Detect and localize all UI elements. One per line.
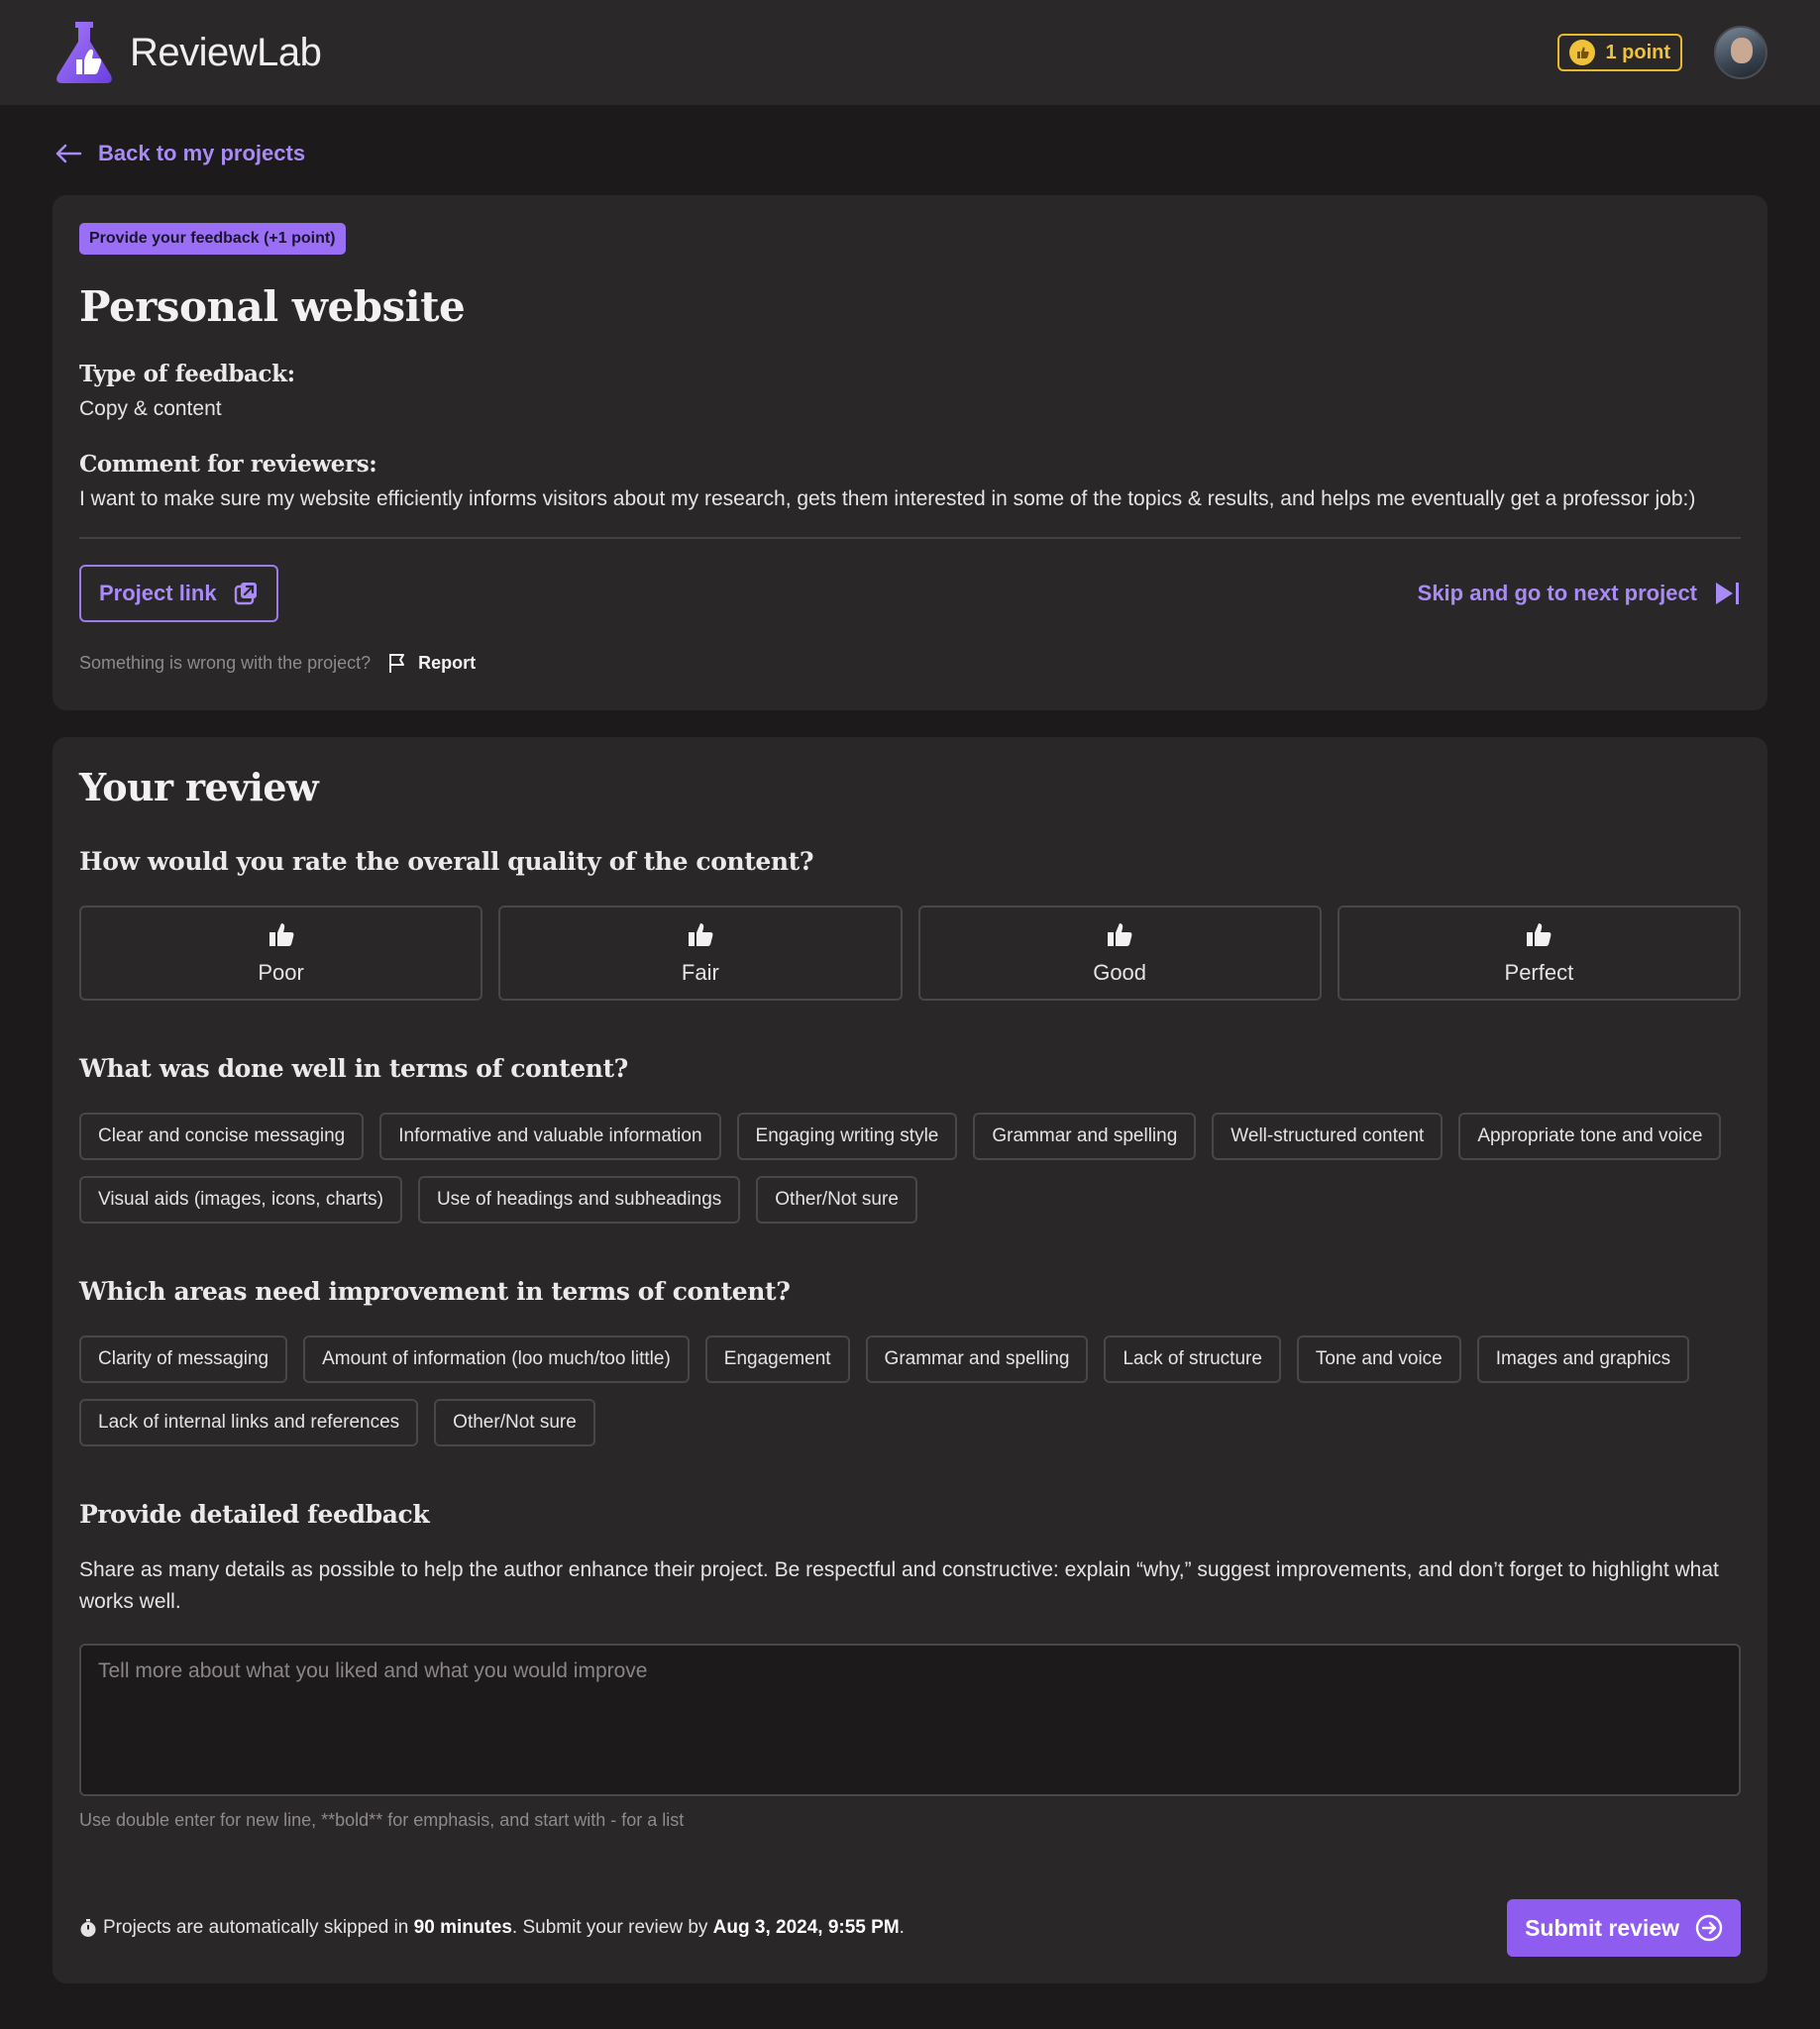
report-prompt: Something is wrong with the project? [79,652,372,673]
deadline-notice: Projects are automatically skipped in 90… [79,1917,905,1939]
skip-next-icon [1716,583,1739,604]
rating-label: Perfect [1504,960,1574,985]
flask-thumbs-up-icon [56,22,112,83]
done-well-chip[interactable]: Grammar and spelling [973,1113,1197,1160]
coin-icon [1569,40,1596,65]
rating-poor[interactable]: Poor [79,906,483,1001]
improve-chip[interactable]: Tone and voice [1296,1335,1461,1383]
done-well-chip[interactable]: Appropriate tone and voice [1458,1113,1722,1160]
done-well-chip[interactable]: Use of headings and subheadings [417,1176,741,1224]
done-well-chip[interactable]: Informative and valuable information [379,1113,721,1160]
deadline-date: Aug 3, 2024, 9:55 PM [712,1917,900,1938]
done-well-chip[interactable]: Other/Not sure [756,1176,917,1224]
improve-chip[interactable]: Engagement [704,1335,850,1383]
done-well-chip[interactable]: Clear and concise messaging [79,1113,365,1160]
deadline-duration: 90 minutes [413,1917,512,1938]
project-actions: Project link Skip and go to next project [79,565,1741,622]
comment-label: Comment for reviewers: [79,451,377,478]
app-name: ReviewLab [130,30,322,74]
improve-question: Which areas need improvement in terms of… [79,1277,791,1306]
improve-chip[interactable]: Lack of internal links and references [79,1399,419,1446]
review-title: Your review [79,765,319,809]
improve-chip[interactable]: Other/Not sure [434,1399,595,1446]
back-link[interactable]: Back to my projects [54,137,1820,170]
external-link-icon [234,583,257,605]
report-label: Report [418,652,477,673]
points-badge[interactable]: 1 point [1557,34,1682,71]
comment-text: I want to make sure my website efficient… [79,487,1696,510]
review-card: Your review How would you rate the overa… [53,737,1767,1983]
thumbs-up-icon [268,923,294,946]
project-title: Personal website [79,282,466,331]
improve-chip[interactable]: Grammar and spelling [865,1335,1089,1383]
divider [79,537,1741,539]
submit-review-button[interactable]: Submit review [1507,1899,1741,1957]
points-label: 1 point [1605,41,1670,63]
header-actions: 1 point [1557,26,1767,79]
improve-chip[interactable]: Clarity of messaging [79,1335,288,1383]
rating-label: Fair [681,960,719,985]
formatting-hint: Use double enter for new line, **bold** … [79,1810,685,1830]
project-link-button[interactable]: Project link [79,565,278,622]
deadline-mid: . Submit your review by [511,1917,708,1938]
done-well-question: What was done well in terms of content? [79,1054,628,1083]
flag-icon [389,654,405,673]
arrow-left-icon [55,144,82,163]
user-avatar[interactable] [1714,26,1767,79]
rating-perfect[interactable]: Perfect [1337,906,1741,1001]
feedback-textarea[interactable]: Tell more about what you liked and what … [79,1644,1741,1796]
improve-chip[interactable]: Lack of structure [1104,1335,1281,1383]
app-logo[interactable]: ReviewLab [54,20,322,85]
report-row: Something is wrong with the project? Rep… [79,652,1741,674]
detail-description: Share as many details as possible to hel… [79,1558,1719,1613]
feedback-type-value: Copy & content [79,397,222,420]
submit-label: Submit review [1525,1914,1679,1941]
report-button[interactable]: Report [386,652,476,674]
review-footer: Projects are automatically skipped in 90… [79,1899,1741,1957]
feedback-type-label: Type of feedback: [79,361,295,387]
done-well-chip[interactable]: Engaging writing style [736,1113,958,1160]
rating-fair[interactable]: Fair [498,906,903,1001]
thumbs-up-icon [1108,923,1132,946]
rating-label: Poor [258,960,304,985]
rating-options: Poor Fair Good Perfect [79,906,1741,1001]
skip-button[interactable]: Skip and go to next project [1418,580,1741,607]
done-well-options: Clear and concise messaging Informative … [79,1113,1741,1224]
deadline-prefix: Projects are automatically skipped in [103,1917,409,1938]
detail-title: Provide detailed feedback [79,1500,430,1529]
done-well-chip[interactable]: Well-structured content [1212,1113,1444,1160]
deadline-suffix: . [899,1917,905,1938]
improve-chip[interactable]: Images and graphics [1476,1335,1690,1383]
improve-chip[interactable]: Amount of information (loo much/too litt… [303,1335,690,1383]
done-well-chip[interactable]: Visual aids (images, icons, charts) [79,1176,402,1224]
top-header: ReviewLab 1 point [0,0,1820,105]
project-card: Provide your feedback (+1 point) Persona… [53,195,1767,710]
arrow-right-circle-icon [1695,1914,1723,1942]
skip-label: Skip and go to next project [1417,581,1697,605]
feedback-tag: Provide your feedback (+1 point) [79,223,346,255]
rating-good[interactable]: Good [917,906,1322,1001]
rating-question: How would you rate the overall quality o… [79,847,814,876]
improve-options: Clarity of messaging Amount of informati… [79,1335,1741,1446]
thumbs-up-icon [688,923,713,946]
rating-label: Good [1093,960,1147,985]
stopwatch-icon [80,1919,96,1937]
project-link-label: Project link [99,581,217,605]
thumbs-up-icon [1527,923,1552,946]
back-link-label: Back to my projects [98,141,306,165]
